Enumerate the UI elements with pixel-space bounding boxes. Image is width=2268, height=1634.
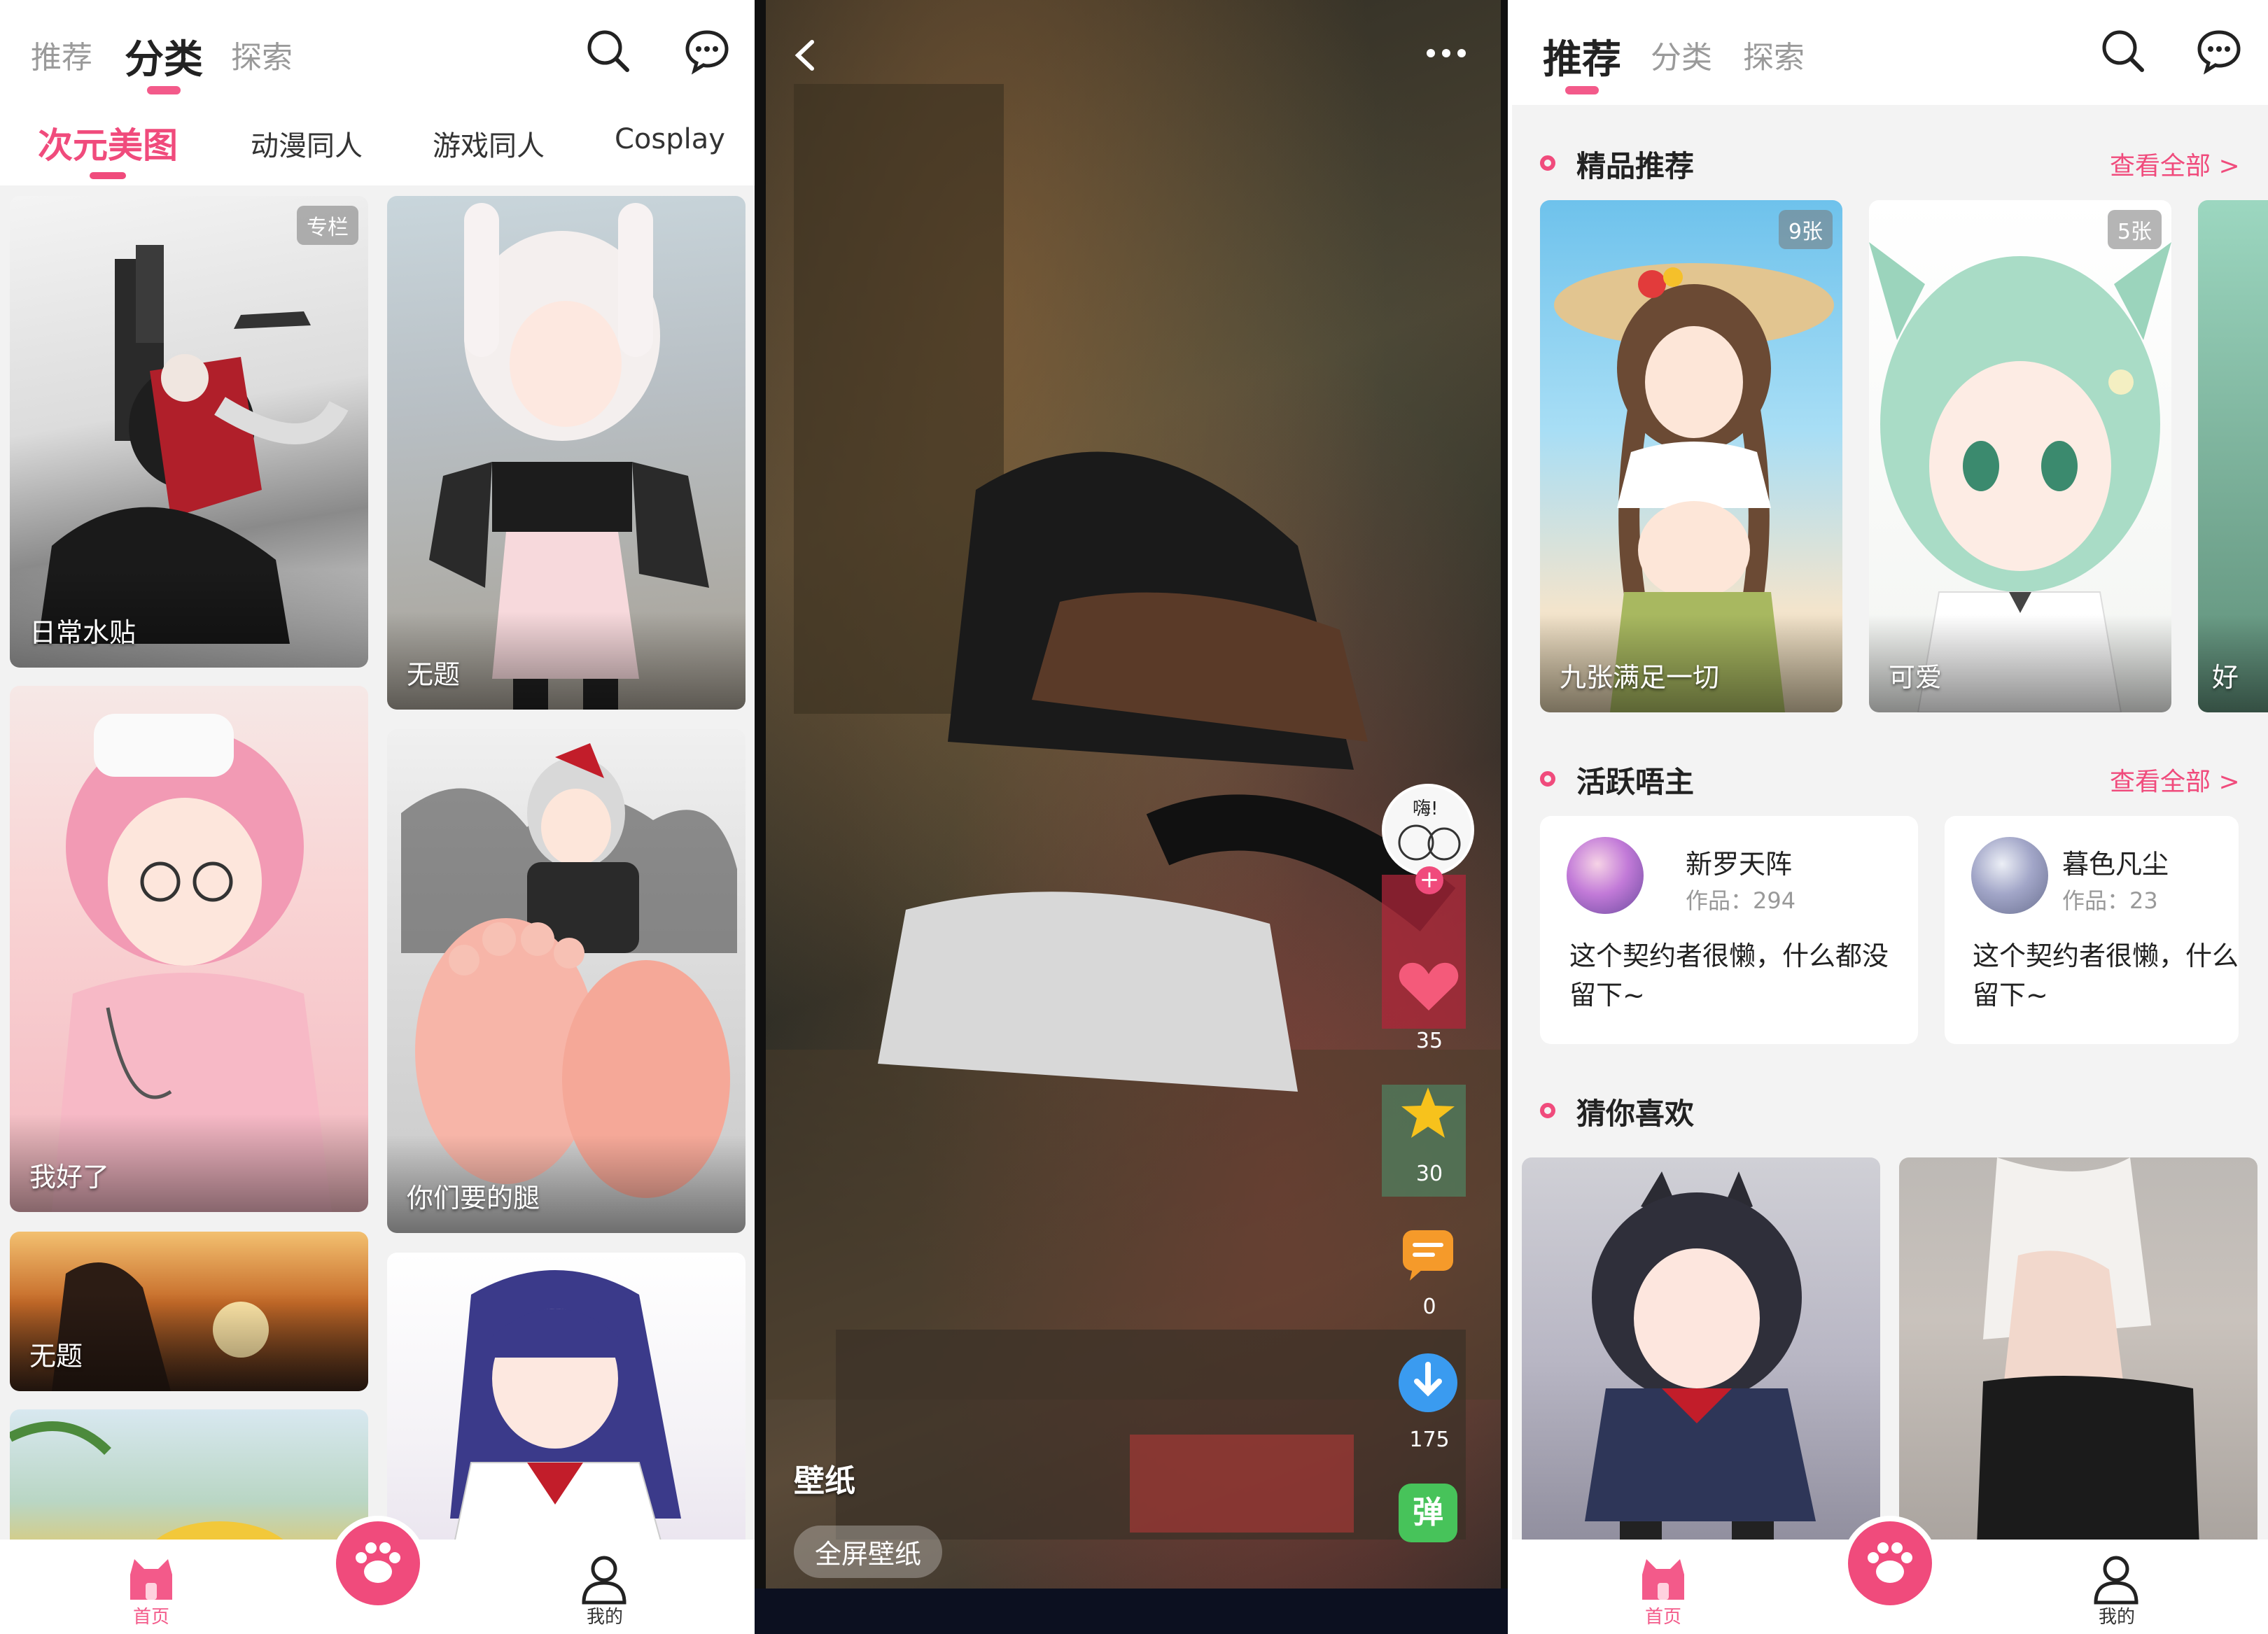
nav-home-label[interactable]: 首页 [1645,1603,1681,1628]
creator-bio: 留下~ [1973,980,2048,1010]
profile-icon[interactable] [2092,1554,2141,1605]
paw-center-button[interactable] [330,1516,426,1611]
recommend-screen: 推荐 分类 探索 精品推荐 查看全部 > 9张 九张满足一切 5张 可爱 好 活… [1512,0,2268,1634]
tab-category[interactable]: 分类 [1651,32,1712,77]
creator-works: 作品：294 [1686,887,1796,914]
creators-section-title: 活跃唔主 [1576,765,1695,799]
sub-category-tabs: 次元美图 动漫同人 游戏同人 Cosplay [0,105,755,185]
top-nav: 推荐 分类 探索 [0,0,755,105]
download-icon[interactable] [1397,1352,1459,1414]
message-icon[interactable] [682,27,732,76]
tab-recommend[interactable]: 推荐 [1543,28,1621,94]
like-count: 35 [1415,1029,1443,1053]
top-nav: 推荐 分类 探索 [1512,0,2268,105]
artwork-image [449,1270,681,1563]
card-caption: 无题 [29,1341,83,1372]
gallery-card[interactable]: 无题 [387,196,746,710]
image-count-badge: 5张 [2107,210,2162,249]
gallery-card[interactable] [387,1253,746,1563]
author-avatar[interactable]: 嗨! [1382,784,1474,876]
section-dot [1540,771,1555,787]
comment-icon[interactable] [1399,1225,1457,1283]
wallpaper-image [766,0,1501,1589]
tab-category[interactable]: 分类 [125,28,203,94]
featured-card[interactable]: 好 [2198,200,2268,712]
follow-plus-button[interactable]: + [1415,866,1443,894]
creator-bio: 这个契约者很懒，什么都没 [1569,941,1889,971]
subtab-2d-art[interactable]: 次元美图 [38,118,178,179]
card-caption: 可爱 [1889,662,1942,693]
gallery-card[interactable]: 我好了 [10,686,368,1212]
subtab-cosplay[interactable]: Cosplay [615,123,725,155]
featured-card[interactable]: 9张 九张满足一切 [1540,200,1842,712]
recommend-card[interactable] [1522,1157,1880,1563]
featured-section-title: 精品推荐 [1576,149,1695,183]
creator-name: 新罗天阵 [1686,849,1793,880]
creators-see-all-link[interactable]: 查看全部 > [2110,761,2240,798]
paw-icon [1868,1542,1912,1583]
search-icon[interactable] [2099,27,2148,76]
wallpaper-viewer: 嗨! + 35 30 0 175 弹 壁纸 全屏壁纸 [755,0,1512,1634]
recommend-card[interactable] [1899,1157,2258,1563]
paw-icon [356,1542,400,1583]
category-screen: 推荐 分类 探索 次元美图 动漫同人 游戏同人 Cosplay 专栏 日常水贴 … [0,0,755,1634]
creator-card[interactable]: 暮色凡尘 作品：23 这个契约者很懒，什么都 留下~ [1945,816,2239,1044]
card-caption: 我好了 [29,1162,110,1192]
gallery-card[interactable]: 无题 [10,1232,368,1391]
gallery-card[interactable]: 你们要的腿 [387,729,746,1233]
avatar-text: 嗨! [1413,798,1438,819]
search-icon[interactable] [584,27,633,76]
card-caption: 无题 [407,659,461,690]
creator-avatar[interactable] [1971,837,2048,914]
comment-count: 0 [1422,1295,1436,1319]
guess-section-title: 猜你喜欢 [1576,1097,1695,1131]
creator-card[interactable]: 新罗天阵 作品：294 这个契约者很懒，什么都没 留下~ [1540,816,1918,1044]
avatar-art: 嗨! [1385,787,1471,873]
creator-bio: 留下~ [1569,980,1645,1010]
system-nav-strip [755,1589,1512,1634]
home-icon[interactable] [1638,1555,1688,1604]
profile-icon[interactable] [580,1554,629,1605]
subtab-anime-fan[interactable]: 动漫同人 [251,123,363,164]
section-dot [1540,1103,1555,1118]
bottom-nav: 首页 我的 [1512,1516,2268,1634]
gallery-card[interactable]: 专栏 日常水贴 [10,196,368,668]
tab-recommend[interactable]: 推荐 [31,32,92,77]
image-count-badge: 9张 [1778,210,1833,249]
wallpaper-category-label: 壁纸 [794,1463,855,1499]
nav-me-label[interactable]: 我的 [587,1603,623,1628]
creator-works: 作品：23 [2062,887,2158,914]
home-icon[interactable] [126,1555,176,1604]
creator-avatar[interactable] [1567,837,1644,914]
download-count: 175 [1409,1428,1450,1452]
subtab-game-fan[interactable]: 游戏同人 [433,123,545,164]
heart-icon[interactable] [1397,959,1460,1015]
nav-home-label[interactable]: 首页 [133,1603,169,1628]
paw-center-button[interactable] [1842,1516,1938,1611]
more-icon[interactable] [1425,46,1467,60]
artwork-image [1976,1157,2200,1563]
featured-card[interactable]: 5张 可爱 [1869,200,2171,712]
bottom-nav: 首页 我的 [0,1516,755,1634]
creator-bio: 这个契约者很懒，什么都 [1973,941,2239,971]
card-caption: 你们要的腿 [407,1183,540,1213]
danmaku-button[interactable]: 弹 [1399,1484,1457,1542]
featured-see-all-link[interactable]: 查看全部 > [2110,146,2240,182]
card-caption: 九张满足一切 [1560,662,1720,693]
fullscreen-wallpaper-button[interactable]: 全屏壁纸 [794,1526,943,1578]
tab-explore[interactable]: 探索 [1743,32,1805,77]
message-icon[interactable] [2194,27,2244,76]
back-icon[interactable] [791,38,819,73]
artwork-image [1585,1171,1816,1563]
card-caption: 日常水贴 [29,617,136,648]
creator-name: 暮色凡尘 [2062,849,2169,880]
section-dot [1540,155,1555,171]
star-count: 30 [1415,1162,1443,1186]
star-icon[interactable] [1399,1085,1457,1143]
column-badge: 专栏 [297,206,358,245]
card-caption: 好 [2212,662,2239,693]
tab-explore[interactable]: 探索 [231,32,293,77]
nav-me-label[interactable]: 我的 [2099,1603,2135,1628]
